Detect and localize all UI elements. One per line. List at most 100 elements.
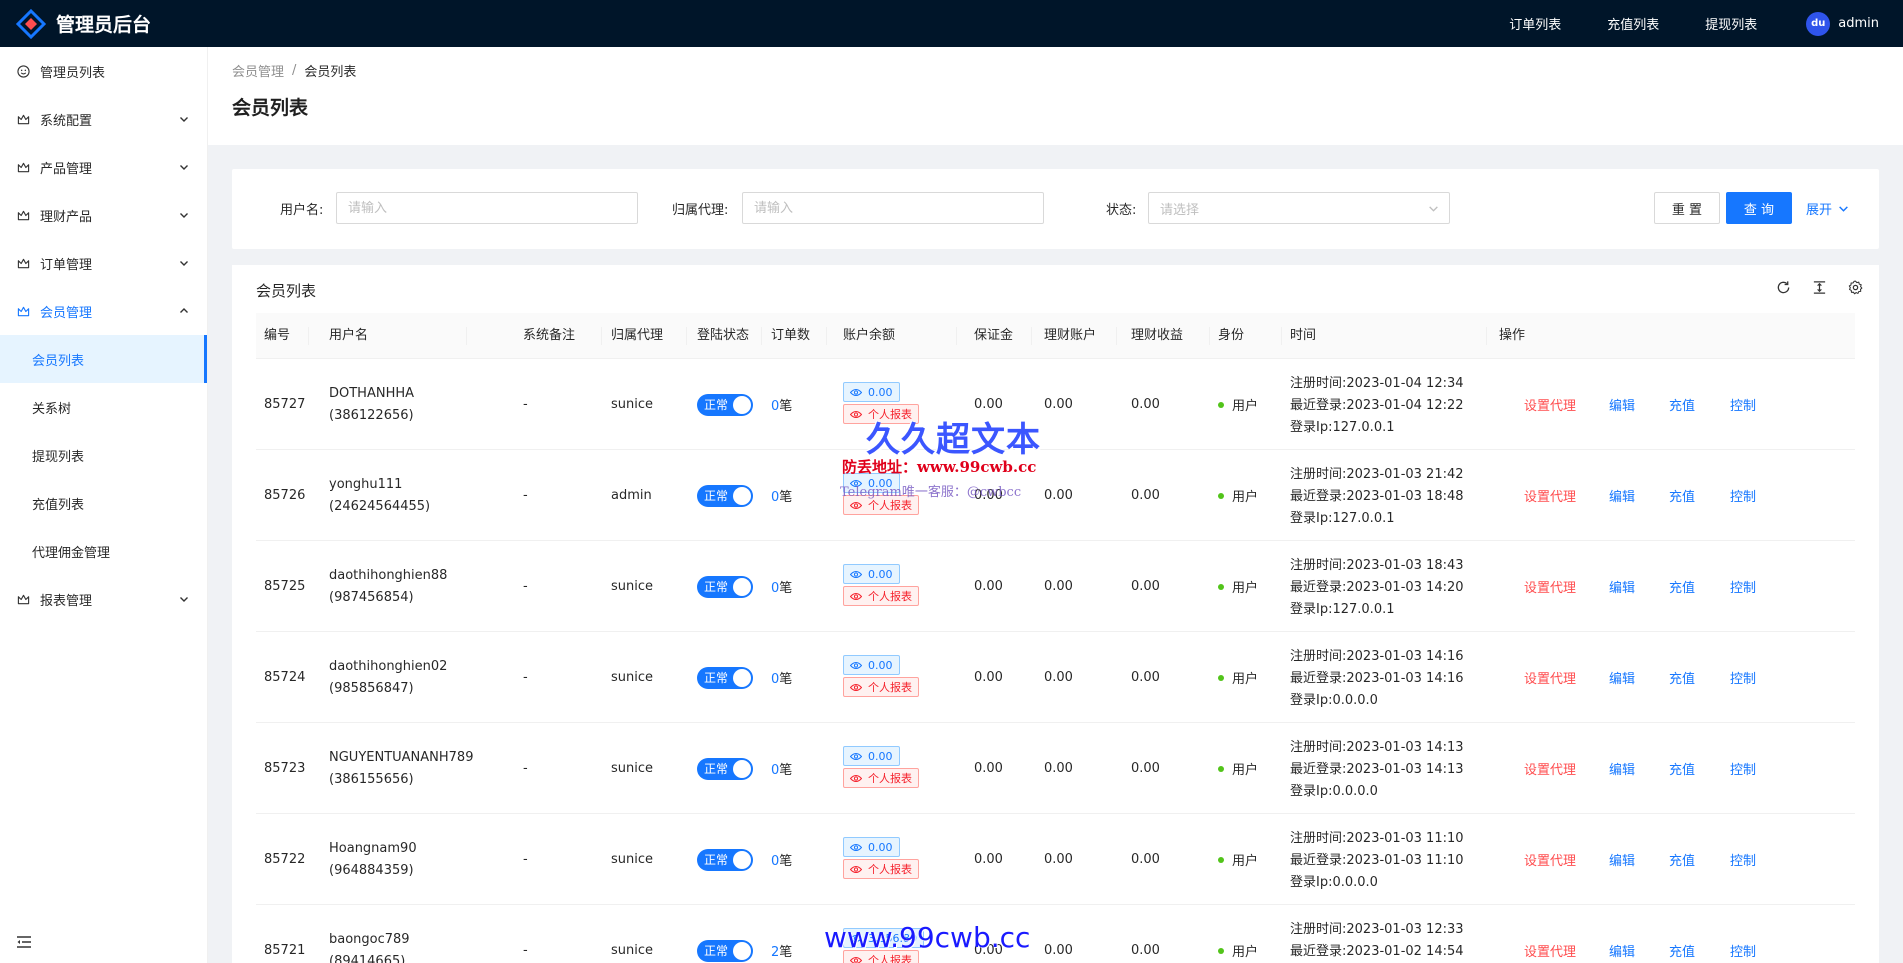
recharge-button[interactable]: 充值 bbox=[1669, 359, 1695, 450]
cell-finance-income: 0.00 bbox=[1131, 943, 1160, 958]
agent-input[interactable] bbox=[742, 192, 1044, 224]
username-text: daothihonghien88 bbox=[329, 568, 448, 583]
last-login-time: 最近登录:2023-01-03 14:16 bbox=[1290, 671, 1464, 686]
recharge-button[interactable]: 充值 bbox=[1669, 814, 1695, 905]
query-button[interactable]: 查 询 bbox=[1726, 192, 1792, 224]
column-height-icon[interactable] bbox=[1811, 279, 1827, 295]
login-status-switch[interactable]: 正常 bbox=[697, 666, 753, 689]
role-text: 用户 bbox=[1232, 763, 1259, 778]
username-text: daothihonghien02 bbox=[329, 659, 448, 674]
edit-button[interactable]: 编辑 bbox=[1609, 541, 1635, 632]
set-agent-button[interactable]: 设置代理 bbox=[1524, 905, 1576, 963]
personal-report-tag[interactable]: 个人报表 bbox=[843, 768, 919, 788]
breadcrumb-item[interactable]: 会员管理 bbox=[232, 61, 284, 80]
expand-toggle[interactable]: 展开 bbox=[1806, 199, 1849, 218]
th-time: 时间 bbox=[1290, 328, 1317, 343]
balance-tag[interactable]: 3,356.80 bbox=[843, 928, 924, 948]
user-menu[interactable]: du admin bbox=[1806, 11, 1879, 36]
top-nav-orders[interactable]: 订单列表 bbox=[1509, 14, 1561, 33]
sidebar-item-admin-list[interactable]: 管理员列表 bbox=[0, 47, 207, 95]
status-select[interactable]: 请选择 bbox=[1148, 192, 1450, 224]
breadcrumb: 会员管理 / 会员列表 bbox=[232, 61, 1879, 80]
sidebar-subitem-agent-commission[interactable]: 代理佣金管理 bbox=[0, 527, 207, 575]
login-status-switch[interactable]: 正常 bbox=[697, 848, 753, 871]
sidebar-item-finance-product[interactable]: 理财产品 bbox=[0, 191, 207, 239]
balance-tag[interactable]: 0.00 bbox=[843, 382, 900, 402]
report-label: 个人报表 bbox=[868, 863, 912, 876]
control-button[interactable]: 控制 bbox=[1730, 814, 1756, 905]
setting-icon[interactable] bbox=[1847, 279, 1863, 295]
sidebar-subitem-relation-tree[interactable]: 关系树 bbox=[0, 383, 207, 431]
cell-time: 注册时间:2023-01-03 21:42 最近登录:2023-01-03 18… bbox=[1282, 464, 1464, 530]
login-status-switch[interactable]: 正常 bbox=[697, 575, 753, 598]
top-nav-recharge[interactable]: 充值列表 bbox=[1607, 14, 1659, 33]
login-status-switch[interactable]: 正常 bbox=[697, 757, 753, 780]
login-status-switch[interactable]: 正常 bbox=[697, 484, 753, 507]
sidebar-item-product[interactable]: 产品管理 bbox=[0, 143, 207, 191]
control-button[interactable]: 控制 bbox=[1730, 359, 1756, 450]
sidebar-subitem-member-list[interactable]: 会员列表 bbox=[0, 335, 207, 383]
personal-report-tag[interactable]: 个人报表 bbox=[843, 950, 919, 963]
app-logo[interactable]: 管理员后台 bbox=[15, 8, 151, 39]
top-nav-withdraw[interactable]: 提现列表 bbox=[1705, 14, 1757, 33]
edit-button[interactable]: 编辑 bbox=[1609, 359, 1635, 450]
balance-tag[interactable]: 0.00 bbox=[843, 837, 900, 857]
order-count-link[interactable]: 0 bbox=[771, 581, 779, 596]
username-input[interactable] bbox=[336, 192, 638, 224]
balance-tag[interactable]: 0.00 bbox=[843, 564, 900, 584]
control-button[interactable]: 控制 bbox=[1730, 450, 1756, 541]
control-button[interactable]: 控制 bbox=[1730, 905, 1756, 963]
menu-fold-icon[interactable] bbox=[16, 935, 32, 949]
personal-report-tag[interactable]: 个人报表 bbox=[843, 859, 919, 879]
set-agent-button[interactable]: 设置代理 bbox=[1524, 723, 1576, 814]
personal-report-tag[interactable]: 个人报表 bbox=[843, 404, 919, 424]
recharge-button[interactable]: 充值 bbox=[1669, 723, 1695, 814]
sidebar-item-member[interactable]: 会员管理 bbox=[0, 287, 207, 335]
order-count-link[interactable]: 0 bbox=[771, 399, 779, 414]
order-count-link[interactable]: 0 bbox=[771, 672, 779, 687]
login-status-switch[interactable]: 正常 bbox=[697, 939, 753, 962]
recharge-button[interactable]: 充值 bbox=[1669, 632, 1695, 723]
edit-button[interactable]: 编辑 bbox=[1609, 450, 1635, 541]
personal-report-tag[interactable]: 个人报表 bbox=[843, 495, 919, 515]
sidebar-subitem-recharge-list[interactable]: 充值列表 bbox=[0, 479, 207, 527]
sidebar-item-report[interactable]: 报表管理 bbox=[0, 575, 207, 623]
sidebar-item-system-config[interactable]: 系统配置 bbox=[0, 95, 207, 143]
recharge-button[interactable]: 充值 bbox=[1669, 450, 1695, 541]
balance-tag[interactable]: 0.00 bbox=[843, 746, 900, 766]
login-status-switch[interactable]: 正常 bbox=[697, 393, 753, 416]
th-login-status: 登陆状态 bbox=[697, 328, 750, 343]
last-login-time: 最近登录:2023-01-03 14:20 bbox=[1290, 580, 1464, 595]
register-time: 注册时间:2023-01-03 12:33 bbox=[1290, 922, 1464, 937]
recharge-button[interactable]: 充值 bbox=[1669, 905, 1695, 963]
last-login-time: 最近登录:2023-01-02 14:54 bbox=[1290, 944, 1464, 959]
edit-button[interactable]: 编辑 bbox=[1609, 723, 1635, 814]
recharge-button[interactable]: 充值 bbox=[1669, 541, 1695, 632]
eye-icon bbox=[850, 570, 862, 579]
order-count-link[interactable]: 0 bbox=[771, 763, 779, 778]
set-agent-button[interactable]: 设置代理 bbox=[1524, 814, 1576, 905]
balance-tag[interactable]: 0.00 bbox=[843, 473, 900, 493]
control-button[interactable]: 控制 bbox=[1730, 723, 1756, 814]
set-agent-button[interactable]: 设置代理 bbox=[1524, 541, 1576, 632]
set-agent-button[interactable]: 设置代理 bbox=[1524, 632, 1576, 723]
set-agent-button[interactable]: 设置代理 bbox=[1524, 450, 1576, 541]
balance-tag[interactable]: 0.00 bbox=[843, 655, 900, 675]
order-count-link[interactable]: 0 bbox=[771, 854, 779, 869]
control-button[interactable]: 控制 bbox=[1730, 541, 1756, 632]
order-count-link[interactable]: 0 bbox=[771, 490, 779, 505]
report-label: 个人报表 bbox=[868, 590, 912, 603]
set-agent-button[interactable]: 设置代理 bbox=[1524, 359, 1576, 450]
reload-icon[interactable] bbox=[1775, 279, 1791, 295]
reset-button[interactable]: 重 置 bbox=[1654, 192, 1720, 224]
sidebar-subitem-withdraw-list[interactable]: 提现列表 bbox=[0, 431, 207, 479]
table-row: 85725 daothihonghien88 (987456854) - sun… bbox=[256, 541, 1855, 632]
edit-button[interactable]: 编辑 bbox=[1609, 905, 1635, 963]
edit-button[interactable]: 编辑 bbox=[1609, 814, 1635, 905]
personal-report-tag[interactable]: 个人报表 bbox=[843, 586, 919, 606]
order-count-link[interactable]: 2 bbox=[771, 945, 779, 960]
edit-button[interactable]: 编辑 bbox=[1609, 632, 1635, 723]
sidebar-item-order[interactable]: 订单管理 bbox=[0, 239, 207, 287]
personal-report-tag[interactable]: 个人报表 bbox=[843, 677, 919, 697]
control-button[interactable]: 控制 bbox=[1730, 632, 1756, 723]
